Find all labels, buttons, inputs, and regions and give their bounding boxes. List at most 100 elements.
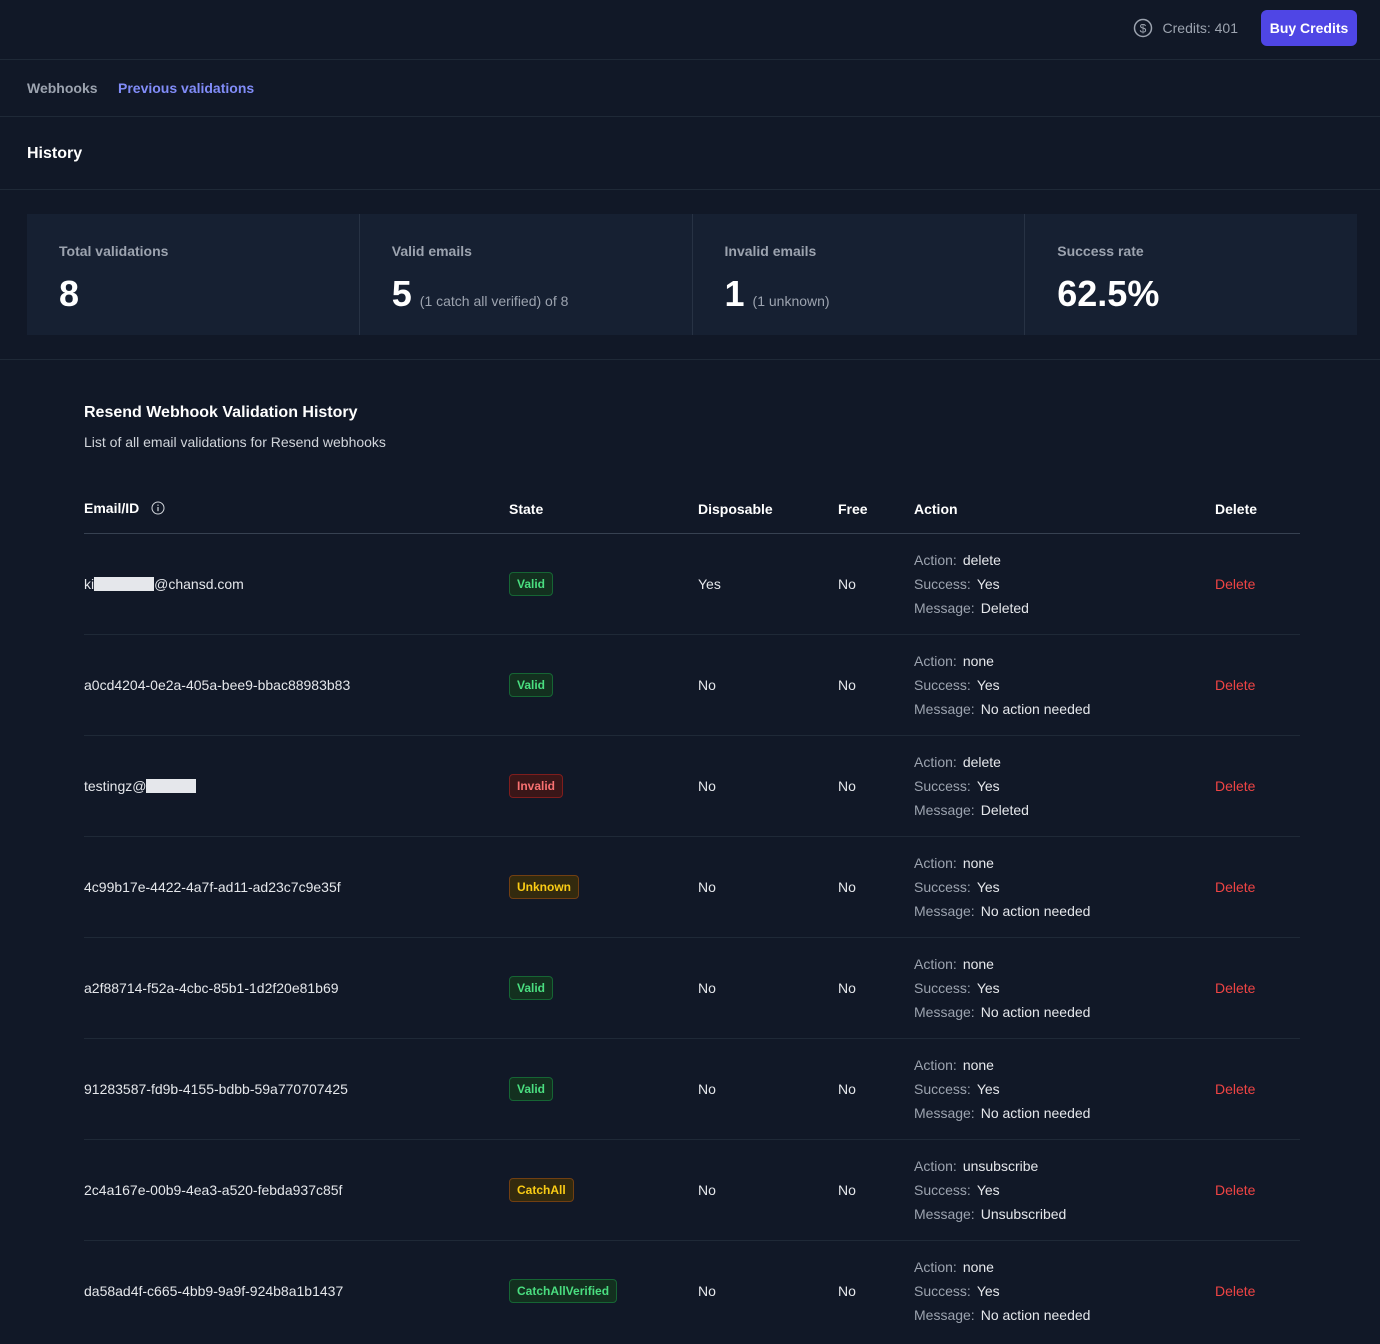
state-cell: Valid — [509, 533, 698, 635]
tab-previous-validations[interactable]: Previous validations — [118, 80, 254, 96]
header-action: Action — [914, 486, 1215, 534]
message-key: Message: — [914, 902, 975, 919]
stat-detail: (1 unknown) — [752, 293, 830, 309]
delete-cell: Delete — [1215, 937, 1300, 1039]
email-cell: a2f88714-f52a-4cbc-85b1-1d2f20e81b69 — [84, 937, 509, 1039]
status-badge: Valid — [509, 1076, 554, 1101]
email-cell: testingz@ — [84, 735, 509, 837]
action-value: unsubscribe — [962, 1157, 1039, 1174]
disposable-cell: No — [698, 1139, 838, 1241]
email-prefix: 2c4a167e-00b9-4ea3-a520-febda937c85f — [84, 1181, 343, 1198]
table-row: testingz@ Invalid No No Action: delete Su… — [84, 735, 1300, 837]
stat-success-rate: Success rate 62.5% — [1025, 214, 1357, 335]
email-prefix: da58ad4f-c665-4bb9-9a9f-924b8a1b1437 — [84, 1282, 344, 1299]
delete-cell: Delete — [1215, 533, 1300, 635]
delete-link[interactable]: Delete — [1215, 879, 1255, 895]
action-key: Action: — [914, 652, 957, 669]
email-prefix: 4c99b17e-4422-4a7f-ad11-ad23c7c9e35f — [84, 878, 341, 895]
state-cell: Invalid — [509, 735, 698, 837]
message-key: Message: — [914, 801, 975, 818]
tab-webhooks[interactable]: Webhooks — [27, 80, 98, 96]
email-cell: a0cd4204-0e2a-405a-bee9-bbac88983b83 — [84, 634, 509, 736]
message-key: Message: — [914, 1306, 975, 1323]
stat-valid-emails: Valid emails 5 (1 catch all verified) of… — [359, 214, 693, 335]
success-value: Yes — [976, 878, 1000, 895]
table-row: ki @chansd.com Valid Yes No Action: delete… — [84, 533, 1300, 635]
success-key: Success: — [914, 1282, 971, 1299]
stat-value: 1 — [724, 273, 745, 314]
table-row: a0cd4204-0e2a-405a-bee9-bbac88983b83 Val… — [84, 634, 1300, 736]
stat-invalid-emails: Invalid emails 1 (1 unknown) — [692, 214, 1026, 335]
state-cell: Valid — [509, 937, 698, 1039]
action-cell: Action: delete Success: Yes Message: Delete… — [914, 735, 1215, 837]
status-badge: Valid — [509, 672, 554, 697]
message-value: Deleted — [980, 801, 1029, 818]
stat-detail: (1 catch all verified) of 8 — [419, 293, 569, 309]
email-prefix: ki — [84, 575, 95, 592]
free-cell: No — [838, 836, 914, 938]
delete-link[interactable]: Delete — [1215, 677, 1255, 693]
stat-total-validations: Total validations 8 — [27, 214, 360, 335]
section-subtitle: List of all email validations for Resend… — [84, 434, 386, 450]
status-badge: Unknown — [509, 874, 579, 899]
delete-link[interactable]: Delete — [1215, 576, 1255, 592]
message-key: Message: — [914, 1104, 975, 1121]
free-cell: No — [838, 735, 914, 837]
success-key: Success: — [914, 575, 971, 592]
redacted-text — [146, 778, 197, 793]
action-value: delete — [962, 551, 1001, 568]
stat-value: 8 — [59, 273, 80, 314]
message-value: No action needed — [980, 1104, 1091, 1121]
action-key: Action: — [914, 551, 957, 568]
email-cell: 4c99b17e-4422-4a7f-ad11-ad23c7c9e35f — [84, 836, 509, 938]
delete-cell: Delete — [1215, 836, 1300, 938]
action-value: none — [962, 1258, 994, 1275]
delete-link[interactable]: Delete — [1215, 1182, 1255, 1198]
svg-text:$: $ — [1139, 22, 1146, 36]
header-email-label: Email/ID — [84, 500, 140, 517]
state-cell: CatchAllVerified — [509, 1240, 698, 1341]
success-value: Yes — [976, 575, 1000, 592]
message-value: Unsubscribed — [980, 1205, 1067, 1222]
email-prefix: a2f88714-f52a-4cbc-85b1-1d2f20e81b69 — [84, 979, 339, 996]
action-key: Action: — [914, 955, 957, 972]
header-email: Email/ID — [84, 486, 509, 534]
action-value: delete — [962, 753, 1001, 770]
delete-cell: Delete — [1215, 1139, 1300, 1241]
status-badge: CatchAllVerified — [509, 1278, 618, 1303]
delete-cell: Delete — [1215, 1038, 1300, 1140]
success-key: Success: — [914, 777, 971, 794]
credits-label: Credits: 401 — [1162, 20, 1238, 36]
status-badge: CatchAll — [509, 1177, 574, 1202]
buy-credits-button[interactable]: Buy Credits — [1261, 10, 1357, 46]
delete-link[interactable]: Delete — [1215, 1283, 1255, 1299]
success-key: Success: — [914, 1080, 971, 1097]
message-value: Deleted — [980, 599, 1029, 616]
header-state: State — [509, 486, 698, 534]
success-value: Yes — [976, 1181, 1000, 1198]
email-cell: da58ad4f-c665-4bb9-9a9f-924b8a1b1437 — [84, 1240, 509, 1341]
section-divider — [0, 359, 1380, 360]
message-value: No action needed — [980, 902, 1091, 919]
page-title: History — [27, 145, 83, 162]
redacted-text — [94, 576, 155, 591]
stat-label: Success rate — [1057, 243, 1144, 259]
disposable-cell: No — [698, 1282, 716, 1299]
delete-link[interactable]: Delete — [1215, 1081, 1255, 1097]
action-cell: Action: unsubscribe Success: Yes Message: U… — [914, 1139, 1215, 1241]
action-cell: Action: none Success: Yes Message: No actio… — [914, 1240, 1215, 1341]
action-key: Action: — [914, 753, 957, 770]
header-delete: Delete — [1215, 486, 1300, 534]
info-icon[interactable] — [151, 501, 165, 518]
table-row: a2f88714-f52a-4cbc-85b1-1d2f20e81b69 Val… — [84, 937, 1300, 1039]
email-prefix: 91283587-fd9b-4155-bdbb-59a770707425 — [84, 1080, 348, 1097]
header-disposable: Disposable — [698, 486, 838, 534]
message-key: Message: — [914, 599, 975, 616]
delete-link[interactable]: Delete — [1215, 778, 1255, 794]
email-suffix: @chansd.com — [154, 575, 244, 592]
delete-link[interactable]: Delete — [1215, 980, 1255, 996]
action-key: Action: — [914, 1056, 957, 1073]
sub-navigation: Webhooks Previous validations — [0, 60, 1380, 117]
free-cell: No — [838, 1282, 856, 1299]
message-value: No action needed — [980, 1306, 1091, 1323]
